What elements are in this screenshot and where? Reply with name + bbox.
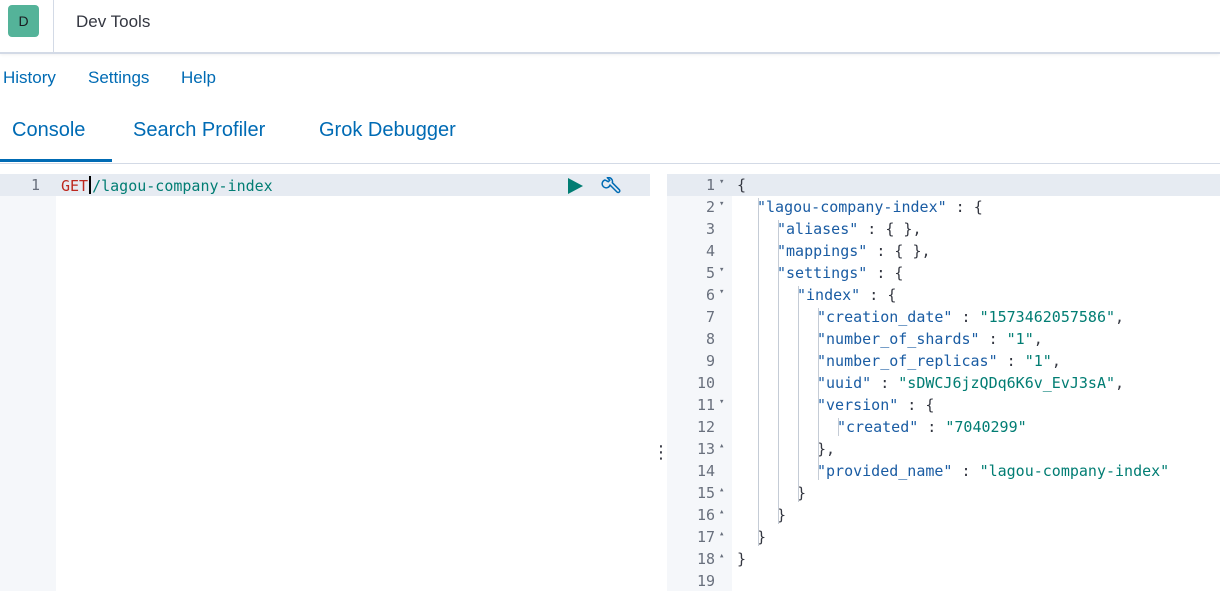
line-number: 1 (30, 176, 40, 194)
response-line: 14 "provided_name" : "lagou-company-index… (667, 460, 1220, 482)
response-line: 6 ▾ "index" : { (667, 284, 1220, 306)
indent-guide (798, 286, 799, 502)
line-number: 6 (705, 286, 715, 304)
fold-toggle-icon[interactable]: ▾ (719, 265, 724, 275)
line-number: 14 (696, 462, 715, 480)
json-text: { (737, 176, 747, 194)
tab-search-profiler[interactable]: Search Profiler (133, 119, 265, 142)
json-text: "number_of_replicas" : "1", (817, 352, 1061, 370)
json-text: "provided_name" : "lagou-company-index" (817, 462, 1170, 480)
json-text: "lagou-company-index" : { (757, 198, 983, 216)
response-line: 1 ▾ { (667, 174, 1220, 196)
response-line: 12 "created" : "7040299" (667, 416, 1220, 438)
json-text: "creation_date" : "1573462057586", (817, 308, 1125, 326)
fold-toggle-icon[interactable]: ▴ (719, 507, 724, 517)
line-number: 18 (696, 550, 715, 568)
json-text: "created" : "7040299" (837, 418, 1027, 436)
page-title: Dev Tools (76, 12, 151, 31)
json-text: }, (817, 440, 836, 458)
request-line[interactable]: GET/lagou-company-index (61, 176, 273, 195)
indent-guide (758, 198, 759, 546)
request-editor[interactable]: 1 GET/lagou-company-index (0, 174, 650, 591)
request-editor-gutter (0, 174, 56, 591)
fold-toggle-icon[interactable]: ▴ (719, 441, 724, 451)
line-number: 11 (696, 396, 715, 414)
response-line: 18 ▴} (667, 548, 1220, 570)
response-line: 8 "number_of_shards" : "1", (667, 328, 1220, 350)
line-number: 16 (696, 506, 715, 524)
space-avatar[interactable]: D (8, 5, 39, 37)
response-line: 19 (667, 570, 1220, 592)
tab-grok-debugger[interactable]: Grok Debugger (319, 119, 456, 142)
response-line: 10 "uuid" : "sDWCJ6jzQDq6K6v_EvJ3sA", (667, 372, 1220, 394)
line-number: 17 (696, 528, 715, 546)
json-text: "uuid" : "sDWCJ6jzQDq6K6v_EvJ3sA", (817, 374, 1125, 392)
response-line: 5 ▾ "settings" : { (667, 262, 1220, 284)
line-number: 2 (705, 198, 715, 216)
text-cursor (89, 176, 92, 194)
play-icon[interactable] (568, 178, 583, 194)
fold-toggle-icon[interactable]: ▾ (719, 199, 724, 209)
fold-toggle-icon[interactable]: ▾ (719, 287, 724, 297)
request-path: /lagou-company-index (92, 177, 273, 195)
response-line: 2 ▾ "lagou-company-index" : { (667, 196, 1220, 218)
line-number: 7 (705, 308, 715, 326)
response-line: 9 "number_of_replicas" : "1", (667, 350, 1220, 372)
app-header: D Dev Tools (0, 0, 1220, 54)
header-divider (53, 0, 54, 52)
fold-toggle-icon[interactable]: ▾ (719, 397, 724, 407)
line-number: 8 (705, 330, 715, 348)
response-line: 13 ▴}, (667, 438, 1220, 460)
wrench-icon[interactable] (600, 176, 622, 197)
fold-toggle-icon[interactable]: ▴ (719, 485, 724, 495)
fold-toggle-icon[interactable]: ▴ (719, 551, 724, 561)
tab-bar: Console Search Profiler Grok Debugger (0, 108, 1220, 164)
response-line: 15 ▴} (667, 482, 1220, 504)
indent-guide (818, 308, 819, 480)
line-number: 19 (696, 572, 715, 590)
panel-resizer[interactable]: ⋮ (652, 440, 670, 464)
fold-toggle-icon[interactable]: ▴ (719, 529, 724, 539)
json-text: "version" : { (817, 396, 935, 414)
settings-link[interactable]: Settings (88, 68, 149, 88)
response-line: 3 "aliases" : { }, (667, 218, 1220, 240)
json-text: "aliases" : { }, (777, 220, 922, 238)
active-tab-indicator (0, 159, 112, 162)
json-text: "mappings" : { }, (777, 242, 931, 260)
json-text: "settings" : { (777, 264, 904, 282)
tab-console[interactable]: Console (12, 119, 85, 142)
help-link[interactable]: Help (181, 68, 216, 88)
indent-guide (778, 220, 779, 524)
response-line: 4 "mappings" : { }, (667, 240, 1220, 262)
response-editor: 1 ▾ {2 ▾ "lagou-company-index" : { 3 "aliases"… (667, 174, 1220, 591)
json-text: "number_of_shards" : "1", (817, 330, 1043, 348)
line-number: 4 (705, 242, 715, 260)
line-number: 13 (696, 440, 715, 458)
response-line: 16 ▴} (667, 504, 1220, 526)
response-line: 7 "creation_date" : "1573462057586", (667, 306, 1220, 328)
line-number: 9 (705, 352, 715, 370)
line-number: 5 (705, 264, 715, 282)
line-number: 12 (696, 418, 715, 436)
history-link[interactable]: History (3, 68, 56, 88)
line-number: 1 (705, 176, 715, 194)
fold-toggle-icon[interactable]: ▾ (719, 177, 724, 187)
request-method: GET (61, 177, 89, 195)
json-text: } (737, 550, 747, 568)
line-number: 3 (705, 220, 715, 238)
line-number: 10 (696, 374, 715, 392)
indent-guide (838, 418, 839, 436)
line-number: 15 (696, 484, 715, 502)
response-line: 11 ▾ "version" : { (667, 394, 1220, 416)
response-line: 17 ▴} (667, 526, 1220, 548)
json-text: "index" : { (797, 286, 897, 304)
